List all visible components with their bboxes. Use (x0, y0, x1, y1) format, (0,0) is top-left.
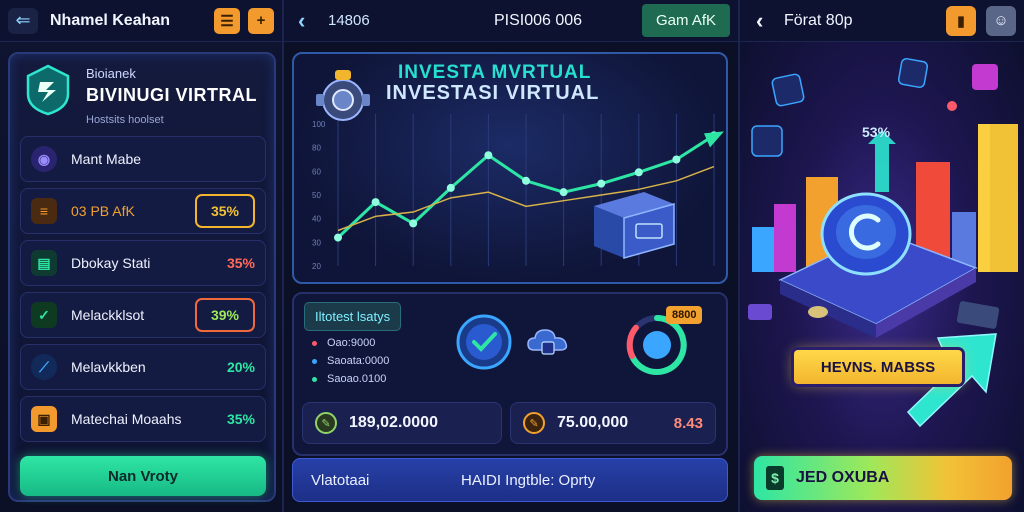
y-tick-label: 50 (312, 191, 321, 200)
data-point (334, 233, 342, 242)
list-item[interactable]: ✓ Melackklsot 39% (20, 292, 266, 338)
add-icon[interactable]: + (248, 7, 274, 34)
brand-subtitle: Bioianek (86, 66, 136, 81)
list-item[interactable]: ▣ Matechai Moaahs 35% (20, 396, 266, 442)
stats-item: Oao:9000 (312, 334, 389, 352)
cta-label: JED OXUBA (796, 469, 890, 486)
shield-logo-icon (26, 64, 70, 116)
back-arrow-icon[interactable]: ⇐ (8, 7, 38, 34)
wallet-icon: ▣ (31, 406, 57, 432)
brand-block: Bioianek BIVINUGI VIRTRAL Hostsits hools… (24, 64, 257, 126)
left-topbar: ⇐ Nhamel Keahan ☰ + (0, 0, 282, 42)
list-item[interactable]: ≡ 03 PB AfK 35% (20, 188, 266, 234)
menu-icon[interactable]: ☰ (214, 7, 240, 34)
stats-item: Saoata:0000 (312, 352, 389, 370)
check-icon: ✓ (31, 302, 57, 328)
list-item[interactable]: ▤ Dbokay Stati 35% (20, 240, 266, 286)
stats-item: Saoao.0100 (312, 370, 389, 388)
leaf-icon: ✎ (523, 412, 545, 434)
middle-panel: ‹ 14806 PISI006 006 Gam AfK 100 80 60 50 40 3… (284, 0, 740, 512)
row-label: Melackklsot (71, 307, 145, 323)
right-topbar: ‹ Förat 80p ▮ ☺ (740, 0, 1024, 42)
dollar-icon: $ (766, 466, 784, 490)
row-value: 35% (194, 194, 255, 228)
data-point (672, 155, 681, 164)
slash-icon: ⟋ (31, 354, 57, 380)
row-value: 20% (226, 359, 255, 375)
middle-bottom-bar[interactable]: Vlatotaai HAIDI Ingtble: Oprty (292, 458, 728, 502)
crypto-illustration (748, 57, 1018, 428)
y-tick-label: 20 (312, 262, 321, 271)
pill-value: 189,02.0000 (349, 414, 438, 431)
new-button[interactable]: Nan Vroty (20, 456, 266, 496)
middle-title: PISI006 006 (493, 11, 583, 29)
portfolio-card: Bioianek BIVINUGI VIRTRAL Hostsits hools… (8, 52, 276, 502)
right-cta-button[interactable]: $ JED OXUBA (754, 456, 1012, 500)
y-tick-label: 40 (312, 215, 321, 224)
stats-badge: 8800 (666, 306, 703, 324)
data-point (446, 183, 455, 192)
bottom-right-label: HAIDI Ingtble: Oprty (461, 471, 596, 489)
middle-topbar: ‹ 14806 PISI006 006 Gam AfK (284, 0, 738, 42)
pill-value: 75.00,000 (557, 414, 629, 431)
chart-title-line1: INVESTA MVRTUAL (398, 62, 592, 83)
cloud-lock-icon (527, 329, 568, 355)
y-tick-label: 60 (312, 167, 321, 176)
robot-icon (316, 70, 370, 121)
right-panel: ‹ Förat 80p ▮ ☺ 53% HEVNS. MABSS $ JED O… (740, 0, 1024, 512)
latest-stats-card: Iltotest lsatys Oao:9000 Saoata:0000 Sao… (292, 292, 728, 456)
leaf-icon: ✎ (315, 412, 337, 434)
document-icon: ▤ (31, 250, 57, 276)
y-tick-label: 80 (312, 144, 321, 153)
stats-list: Oao:9000 Saoata:0000 Saoao.0100 (312, 334, 389, 388)
left-panel: ⇐ Nhamel Keahan ☰ + Bioianek BIVINUGI VI… (0, 0, 284, 512)
y-tick-label: 30 (312, 238, 321, 247)
game-button[interactable]: Gam AfK (641, 4, 730, 37)
pill-extra: 8.43 (673, 414, 703, 432)
data-point (371, 198, 380, 207)
list-item[interactable]: ⟋ Melavkkben 20% (20, 344, 266, 390)
vault-box-icon (594, 192, 675, 259)
chart-title-line2: INVESTASI VIRTUAL (386, 82, 600, 104)
user-icon[interactable]: ☺ (986, 5, 1016, 36)
chevron-left-icon[interactable]: ‹ (298, 8, 318, 34)
brand-title: BIVINUGI VIRTRAL (86, 85, 258, 105)
percent-badge: 53% (862, 124, 891, 140)
data-point (634, 168, 643, 177)
row-value: 35% (226, 411, 255, 427)
left-title: Nhamel Keahan (50, 11, 171, 29)
bottom-left-label: Vlatotaai (311, 471, 370, 489)
data-point (484, 151, 493, 160)
right-title: Förat 80p (784, 11, 853, 29)
stats-tag: Iltotest lsatys (304, 302, 402, 331)
row-label: Mant Mabe (71, 151, 142, 167)
row-value: 39% (194, 298, 255, 332)
value-pill[interactable]: ✎ 189,02.0000 (302, 402, 502, 444)
coins-icon: ≡ (31, 198, 57, 224)
list-item[interactable]: ◉ Mant Mabe (20, 136, 266, 182)
row-label: Melavkkben (71, 359, 146, 375)
data-point (522, 176, 530, 185)
data-point (409, 219, 418, 228)
bookmark-icon[interactable]: ▮ (946, 5, 976, 36)
chevron-left-icon[interactable]: ‹ (756, 8, 776, 34)
investment-chart-card: 100 80 60 50 40 30 20 INVESTA MVRTUAL INVESTAS… (292, 52, 728, 284)
target-icon: ◉ (31, 146, 57, 172)
row-label: Matechai Moaahs (71, 411, 182, 427)
shield-check-icon (456, 314, 512, 370)
data-point (559, 188, 568, 197)
row-label: 03 PB AfK (71, 203, 135, 219)
session-code: 14806 (328, 12, 370, 29)
value-pill[interactable]: ✎ 75.00,000 8.43 (510, 402, 716, 444)
promo-banner: HEVNS. MABSS (794, 350, 962, 384)
row-value: 35% (226, 255, 255, 271)
row-label: Dbokay Stati (71, 255, 151, 271)
brand-note: Hostsits hoolset (86, 114, 164, 126)
